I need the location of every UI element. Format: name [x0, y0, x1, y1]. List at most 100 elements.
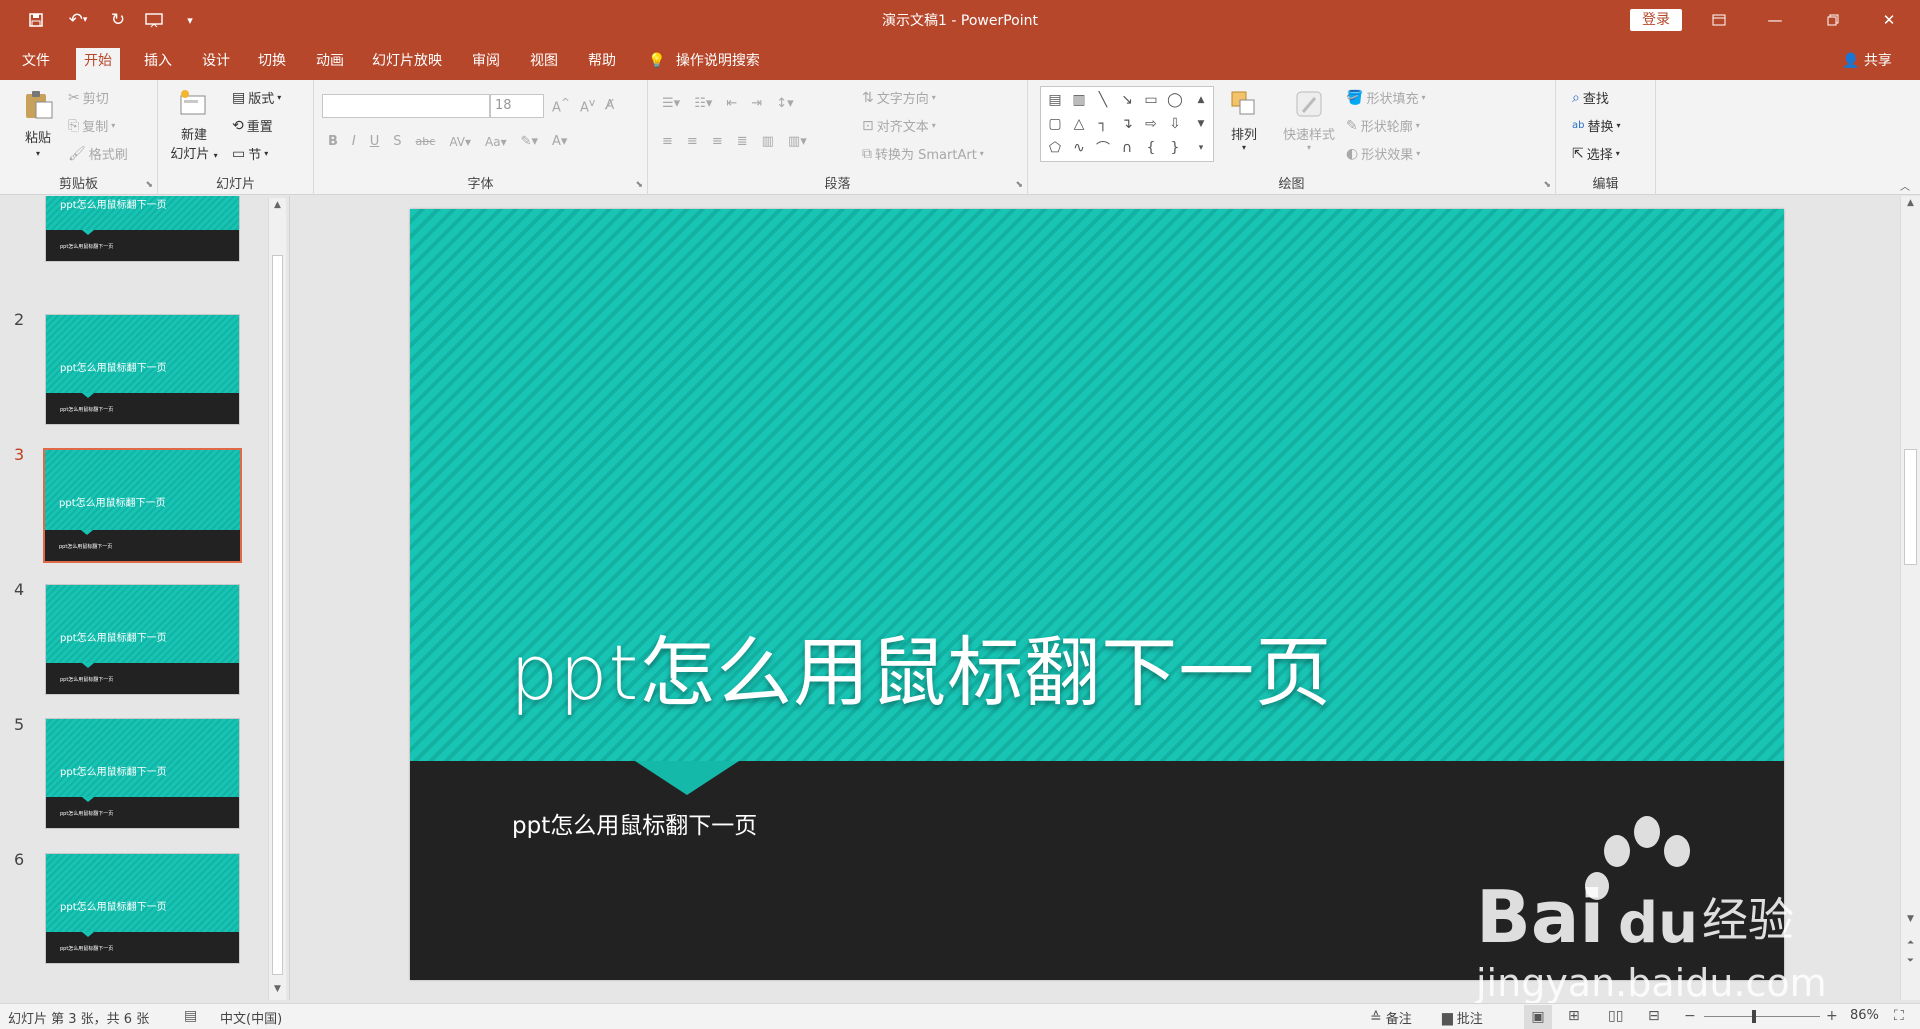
cut-button[interactable]: ✂ 剪切	[68, 88, 109, 108]
elbow-connector-shape-icon[interactable]: ┐	[1091, 113, 1115, 135]
bullets-icon[interactable]: ☰▾	[662, 96, 680, 111]
quick-styles-button[interactable]: 快速样式 ▾	[1274, 88, 1344, 152]
numbering-icon[interactable]: ☷▾	[694, 96, 712, 111]
dialog-launcher-icon[interactable]: ⬊	[635, 180, 643, 190]
gallery-down-icon[interactable]: ▼	[1191, 113, 1211, 135]
zoom-level[interactable]: 86%	[1850, 1008, 1879, 1023]
scroll-up-icon[interactable]: ▲	[1901, 198, 1920, 208]
language-indicator[interactable]: 中文(中国)	[220, 1008, 282, 1027]
right-arrow-shape-icon[interactable]: ⇨	[1139, 113, 1163, 135]
normal-view-icon[interactable]: ▣	[1524, 1005, 1552, 1029]
slide-sorter-icon[interactable]: ⊞	[1568, 1008, 1580, 1024]
paste-button[interactable]: 粘贴 ▾	[18, 88, 58, 158]
reading-view-icon[interactable]: ▯▯	[1608, 1008, 1623, 1024]
font-name-input[interactable]	[322, 94, 490, 118]
dialog-launcher-icon[interactable]: ⬊	[145, 180, 153, 190]
scroll-down-icon[interactable]: ▼	[269, 984, 286, 994]
login-button[interactable]: 登录	[1630, 9, 1682, 31]
text-shadow-icon[interactable]: S	[393, 134, 401, 149]
section-button[interactable]: ▭ 节 ▾	[232, 144, 268, 164]
strikethrough-icon[interactable]: abc	[416, 135, 436, 148]
slide-title[interactable]: ppt怎么用鼠标翻下一页	[510, 611, 1332, 721]
elbow-arrow-shape-icon[interactable]: ↴	[1115, 113, 1139, 135]
vertical-textbox-shape-icon[interactable]: ▥	[1067, 89, 1091, 111]
font-color-icon[interactable]: A▾	[552, 134, 567, 149]
comments-button[interactable]: ▆ 批注	[1442, 1008, 1483, 1028]
rounded-rect-shape-icon[interactable]: ▢	[1043, 113, 1067, 135]
italic-icon[interactable]: I	[352, 134, 356, 149]
decrease-indent-icon[interactable]: ⇤	[726, 96, 737, 111]
underline-icon[interactable]: U	[370, 134, 380, 149]
curve-shape-icon[interactable]: ∩	[1115, 137, 1139, 159]
shapes-gallery[interactable]: ▤ ▥ ╲ ↘ ▭ ◯ ▢ △ ┐ ↴ ⇨ ⇩ ⬠ ∿ ⌒ ∩ { } ▲ ▼ …	[1040, 86, 1214, 162]
arrow-line-shape-icon[interactable]: ↘	[1115, 89, 1139, 111]
zoom-out-icon[interactable]: −	[1684, 1008, 1696, 1024]
columns-icon[interactable]: ▥▾	[788, 134, 807, 149]
grow-font-icon[interactable]: A^	[552, 96, 570, 115]
save-icon[interactable]	[22, 8, 50, 32]
scrollbar-thumb[interactable]	[1904, 449, 1917, 565]
ribbon-display-options-icon[interactable]	[1696, 0, 1742, 40]
shrink-font-icon[interactable]: Av	[580, 96, 595, 115]
dialog-launcher-icon[interactable]: ⬊	[1543, 180, 1551, 190]
change-case-icon[interactable]: Aa▾	[485, 135, 507, 149]
notes-button[interactable]: ≙ 备注	[1370, 1008, 1412, 1028]
replace-button[interactable]: ab 替换 ▾	[1572, 116, 1621, 135]
rectangle-shape-icon[interactable]: ▭	[1139, 89, 1163, 111]
scroll-down-icon[interactable]: ▼	[1901, 914, 1920, 924]
editor-scrollbar[interactable]: ▲ ▼ ⏶ ⏷	[1900, 196, 1920, 1000]
char-spacing-icon[interactable]: AV▾	[449, 135, 471, 149]
highlight-icon[interactable]: ✎▾	[521, 134, 538, 149]
tab-help[interactable]: 帮助	[580, 48, 624, 80]
align-center-icon[interactable]: ≡	[687, 134, 698, 149]
thumbnail-slide-5[interactable]: ppt怎么用鼠标翻下一页 ppt怎么用鼠标翻下一页	[45, 718, 240, 829]
tell-me-search[interactable]: 💡 操作说明搜索	[648, 48, 760, 74]
thumbnail-slide-2[interactable]: ppt怎么用鼠标翻下一页 ppt怎么用鼠标翻下一页	[45, 314, 240, 425]
find-button[interactable]: ⌕ 查找	[1572, 88, 1609, 108]
line-spacing-icon[interactable]: ↕▾	[776, 96, 793, 111]
slideshow-view-icon[interactable]: ⊟	[1648, 1008, 1660, 1024]
tab-animations[interactable]: 动画	[308, 48, 352, 80]
gallery-more-icon[interactable]: ▾	[1191, 137, 1211, 159]
share-button[interactable]: 👤 共享	[1842, 48, 1892, 74]
pentagon-shape-icon[interactable]: ⬠	[1043, 137, 1067, 159]
restore-icon[interactable]	[1810, 0, 1856, 40]
tab-design[interactable]: 设计	[194, 48, 238, 80]
distributed-icon[interactable]: ▥	[762, 134, 774, 149]
undo-icon[interactable]: ↶ ▾	[60, 8, 96, 32]
select-button[interactable]: ⇱ 选择 ▾	[1572, 144, 1620, 164]
fit-to-window-icon[interactable]: ⛶	[1894, 1008, 1904, 1024]
convert-smartart-button[interactable]: ⧉ 转换为 SmartArt ▾	[862, 144, 984, 164]
previous-slide-icon[interactable]: ⏶	[1901, 938, 1920, 948]
arrange-button[interactable]: 排列 ▾	[1222, 88, 1266, 152]
slide-subtitle[interactable]: ppt怎么用鼠标翻下一页	[512, 806, 757, 840]
clear-format-icon[interactable]: A̸	[605, 98, 614, 113]
thumbnail-slide-1[interactable]: ppt怎么用鼠标翻下一页 ppt怎么用鼠标翻下一页	[45, 196, 240, 262]
textbox-shape-icon[interactable]: ▤	[1043, 89, 1067, 111]
next-slide-icon[interactable]: ⏷	[1901, 956, 1920, 966]
line-shape-icon[interactable]: ╲	[1091, 89, 1115, 111]
gallery-up-icon[interactable]: ▲	[1191, 89, 1211, 111]
format-painter-button[interactable]: 🖌 格式刷	[68, 144, 128, 164]
freeform-shape-icon[interactable]: ∿	[1067, 137, 1091, 159]
shape-outline-button[interactable]: ✎ 形状轮廓 ▾	[1346, 116, 1420, 136]
tab-slideshow[interactable]: 幻灯片放映	[364, 48, 450, 80]
down-arrow-shape-icon[interactable]: ⇩	[1163, 113, 1187, 135]
tab-file[interactable]: 文件	[14, 48, 58, 80]
collapse-ribbon-icon[interactable]: ︿	[1900, 178, 1910, 193]
reset-button[interactable]: ⟲ 重置	[232, 116, 273, 136]
tab-view[interactable]: 视图	[522, 48, 566, 80]
bold-icon[interactable]: B	[328, 134, 338, 149]
zoom-in-icon[interactable]: +	[1826, 1008, 1838, 1024]
new-slide-button[interactable]: 新建 幻灯片 ▾	[164, 88, 224, 162]
zoom-slider-thumb[interactable]	[1751, 1010, 1756, 1023]
align-text-button[interactable]: ⊡ 对齐文本 ▾	[862, 116, 936, 136]
oval-shape-icon[interactable]: ◯	[1163, 89, 1187, 111]
text-direction-button[interactable]: ⇅ 文字方向 ▾	[862, 88, 936, 108]
triangle-shape-icon[interactable]: △	[1067, 113, 1091, 135]
current-slide[interactable]: ppt怎么用鼠标翻下一页 ppt怎么用鼠标翻下一页	[410, 209, 1784, 980]
customize-quick-access-icon[interactable]: ▾	[176, 8, 204, 32]
thumbnail-scrollbar[interactable]: ▲ ▼	[268, 198, 286, 1000]
align-left-icon[interactable]: ≡	[662, 134, 673, 149]
layout-button[interactable]: ▤ 版式 ▾	[232, 88, 281, 108]
